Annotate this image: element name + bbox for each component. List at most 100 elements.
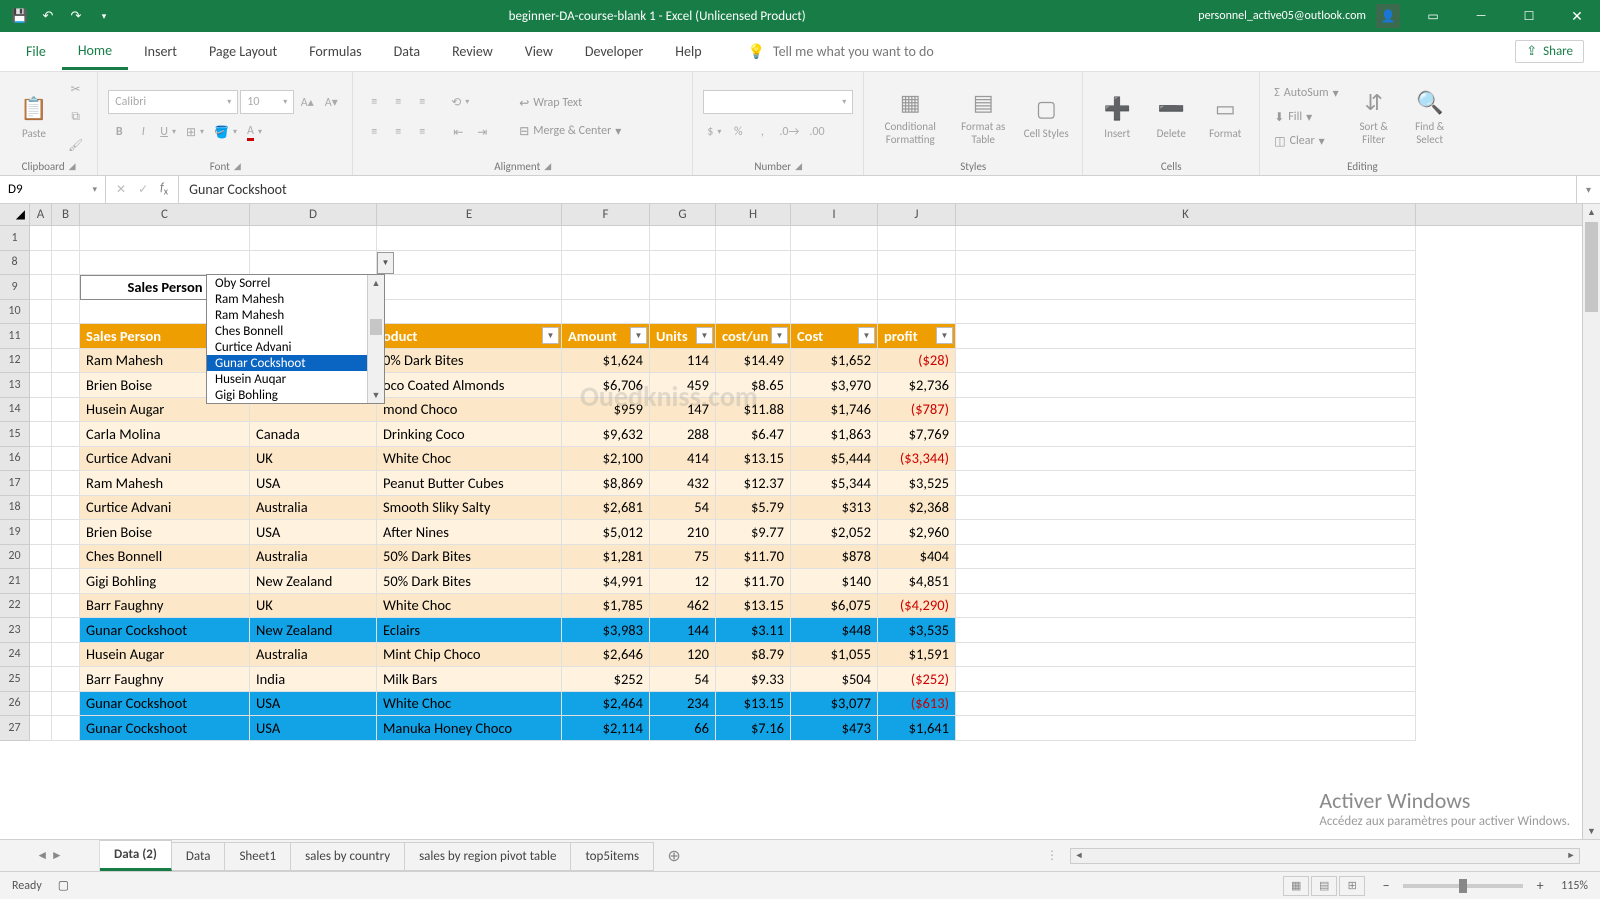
cell[interactable]: USA — [250, 471, 377, 496]
cell[interactable]: 414 — [650, 447, 716, 472]
cell[interactable]: ($613) — [878, 692, 956, 717]
macro-record-icon[interactable]: ▢ — [58, 878, 69, 893]
cell[interactable]: $13.15 — [716, 692, 791, 717]
zoom-level[interactable]: 115% — [1561, 879, 1588, 893]
cell[interactable]: 462 — [650, 594, 716, 619]
cell[interactable]: $3,535 — [878, 618, 956, 643]
cell[interactable] — [52, 349, 80, 374]
row-header[interactable]: 11 — [0, 324, 30, 349]
cell[interactable]: $14.49 — [716, 349, 791, 374]
clear-button[interactable]: ◫Clear▾ — [1270, 130, 1342, 152]
cell[interactable] — [956, 251, 1416, 276]
cell[interactable] — [30, 618, 52, 643]
scroll-down-icon[interactable]: ▼ — [1583, 823, 1600, 839]
cell[interactable]: Milk Bars — [377, 667, 562, 692]
formula-bar-input[interactable]: Gunar Cockshoot — [179, 176, 1576, 203]
cell-styles-button[interactable]: ▢Cell Styles — [1020, 83, 1072, 151]
row-header[interactable]: 10 — [0, 300, 30, 325]
cell[interactable]: $7.16 — [716, 716, 791, 741]
dropdown-item[interactable]: Husein Auqar — [207, 371, 367, 387]
cell[interactable] — [30, 471, 52, 496]
cell[interactable] — [956, 471, 1416, 496]
cell[interactable] — [30, 643, 52, 668]
cell[interactable] — [956, 226, 1416, 251]
scroll-left-icon[interactable]: ◄ — [1071, 849, 1087, 863]
cell[interactable]: $8.79 — [716, 643, 791, 668]
filter-button[interactable]: ▼ — [696, 327, 713, 344]
cell[interactable]: $3,525 — [878, 471, 956, 496]
cell[interactable] — [878, 300, 956, 325]
copy-button[interactable]: ⧉ — [64, 105, 87, 129]
cell[interactable] — [80, 226, 250, 251]
table-header-cell[interactable]: oduct▼ — [377, 324, 562, 349]
cell[interactable] — [30, 373, 52, 398]
cell[interactable] — [650, 251, 716, 276]
cell[interactable] — [52, 373, 80, 398]
cell[interactable] — [30, 667, 52, 692]
align-center-button[interactable]: ≡ — [387, 120, 409, 144]
cell[interactable]: Smooth Sliky Salty — [377, 496, 562, 521]
cell[interactable]: Gunar Cockshoot — [80, 692, 250, 717]
tab-formulas[interactable]: Formulas — [293, 35, 377, 68]
borders-button[interactable]: ⊞▾ — [182, 120, 208, 144]
cell[interactable] — [30, 324, 52, 349]
scroll-right-icon[interactable]: ► — [1563, 849, 1579, 863]
cell[interactable]: Australia — [250, 496, 377, 521]
cell[interactable]: $3,983 — [562, 618, 650, 643]
increase-font-button[interactable]: A▴ — [296, 90, 318, 114]
cell[interactable] — [52, 300, 80, 325]
conditional-formatting-button[interactable]: ▦Conditional Formatting — [874, 83, 946, 151]
horizontal-scrollbar[interactable]: ◄ ► — [1070, 848, 1580, 864]
cell[interactable] — [30, 594, 52, 619]
select-all-corner[interactable]: ◢ — [0, 204, 30, 225]
row-header[interactable]: 9 — [0, 275, 30, 300]
row-header[interactable]: 25 — [0, 667, 30, 692]
cell[interactable] — [650, 275, 716, 300]
zoom-slider[interactable] — [1403, 884, 1523, 888]
accounting-format-button[interactable]: $▾ — [703, 120, 725, 144]
cell[interactable] — [52, 667, 80, 692]
cell[interactable]: 75 — [650, 545, 716, 570]
cell[interactable] — [956, 496, 1416, 521]
row-header[interactable]: 12 — [0, 349, 30, 374]
scroll-up-icon[interactable]: ▲ — [1583, 204, 1600, 220]
cell[interactable]: ($4,290) — [878, 594, 956, 619]
scroll-down-icon[interactable]: ▼ — [368, 387, 384, 403]
col-header[interactable]: G — [650, 204, 716, 225]
tab-help[interactable]: Help — [659, 35, 717, 68]
cell[interactable]: Canada — [250, 422, 377, 447]
new-sheet-button[interactable]: ⊕ — [654, 840, 694, 871]
row-header[interactable]: 14 — [0, 398, 30, 423]
cell[interactable] — [30, 422, 52, 447]
cell[interactable]: $9.33 — [716, 667, 791, 692]
cell[interactable]: $1,863 — [791, 422, 878, 447]
col-header[interactable]: K — [956, 204, 1416, 225]
dialog-launcher-icon[interactable]: ◢ — [544, 161, 551, 172]
cell[interactable] — [562, 300, 650, 325]
tab-data[interactable]: Data — [378, 35, 436, 68]
cell[interactable]: 50% Dark Bites — [377, 569, 562, 594]
col-header[interactable]: E — [377, 204, 562, 225]
cancel-formula-icon[interactable]: ✕ — [116, 182, 126, 197]
cell[interactable]: $3,077 — [791, 692, 878, 717]
cell[interactable]: White Choc — [377, 692, 562, 717]
cell[interactable]: $1,624 — [562, 349, 650, 374]
cell[interactable]: $5,012 — [562, 520, 650, 545]
table-header-cell[interactable]: Cost▼ — [791, 324, 878, 349]
merge-center-button[interactable]: ⊟Merge & Center▾ — [515, 120, 625, 142]
undo-icon[interactable]: ↶ — [36, 4, 60, 28]
cell[interactable] — [30, 349, 52, 374]
dialog-launcher-icon[interactable]: ◢ — [69, 161, 76, 172]
cell[interactable]: $12.37 — [716, 471, 791, 496]
cell[interactable]: 210 — [650, 520, 716, 545]
cell[interactable]: $404 — [878, 545, 956, 570]
cell[interactable]: $9,632 — [562, 422, 650, 447]
dropdown-item[interactable]: Ram Mahesh — [207, 307, 367, 323]
tab-review[interactable]: Review — [436, 35, 509, 68]
col-header[interactable]: H — [716, 204, 791, 225]
cell[interactable] — [791, 300, 878, 325]
worksheet-tab[interactable]: sales by country — [291, 842, 405, 871]
cell[interactable] — [878, 226, 956, 251]
cell[interactable] — [30, 716, 52, 741]
cell[interactable]: $1,055 — [791, 643, 878, 668]
